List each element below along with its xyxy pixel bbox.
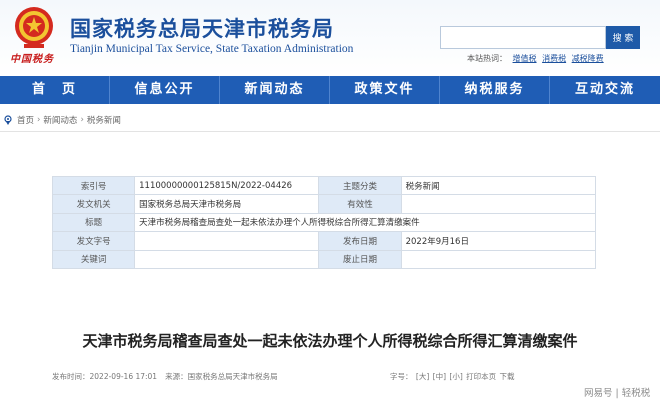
article-tools: 字号： [大] [中] [小] 打印本页 下载 <box>390 371 516 382</box>
font-size-label: 字号： <box>390 372 413 381</box>
font-large-button[interactable]: [大] <box>416 372 429 381</box>
breadcrumb: 首页 › 新闻动态 › 税务新闻 <box>0 110 660 130</box>
nav-tax-services[interactable]: 纳税服务 <box>440 76 550 104</box>
site-subtitle: Tianjin Municipal Tax Service, State Tax… <box>70 43 354 55</box>
breadcrumb-separator: › <box>37 115 41 125</box>
table-row: 发文机关 国家税务总局天津市税务局 有效性 <box>51 194 597 214</box>
breadcrumb-tax-news[interactable]: 税务新闻 <box>87 114 121 126</box>
search-button[interactable]: 搜 索 <box>606 26 640 49</box>
table-row: 索引号 11100000000125815N/2022-04426 主题分类 税… <box>51 175 597 196</box>
doc-number-value <box>134 231 320 251</box>
keywords-value <box>134 249 320 269</box>
nav-policy-documents[interactable]: 政策文件 <box>330 76 440 104</box>
repeal-date-value <box>400 249 597 269</box>
main-nav: 首 页 信息公开 新闻动态 政策文件 纳税服务 互动交流 <box>0 76 660 104</box>
nav-info-disclosure[interactable]: 信息公开 <box>110 76 220 104</box>
category-label: 主题分类 <box>318 175 402 196</box>
subject-label: 标题 <box>51 212 136 233</box>
hot-term-vat[interactable]: 增值税 <box>513 54 537 63</box>
search-input[interactable] <box>440 26 606 49</box>
nav-news[interactable]: 新闻动态 <box>220 76 330 104</box>
table-row: 标题 天津市税务局稽查局查处一起未依法办理个人所得税综合所得汇算清缴案件 <box>51 212 596 233</box>
hot-term-tax-cut[interactable]: 减税降费 <box>572 54 604 63</box>
print-button[interactable]: 打印本页 <box>466 372 496 381</box>
publish-time: 发布时间：2022-09-16 17:01 <box>52 372 158 381</box>
watermark: 网易号 | 轻税税 <box>584 388 651 399</box>
location-pin-icon <box>4 115 12 125</box>
breadcrumb-news[interactable]: 新闻动态 <box>43 114 77 126</box>
article-meta: 发布时间：2022-09-16 17:01 来源：国家税务总局天津市税务局 <box>52 371 278 382</box>
download-button[interactable]: 下载 <box>500 372 515 381</box>
keywords-label: 关键词 <box>51 249 136 269</box>
tax-emblem-icon[interactable] <box>10 4 58 52</box>
issuer-value: 国家税务总局天津市税务局 <box>134 194 320 214</box>
publish-date-label: 发布日期 <box>318 231 402 251</box>
breadcrumb-home[interactable]: 首页 <box>17 114 34 126</box>
repeal-date-label: 废止日期 <box>318 249 402 269</box>
table-row: 发文字号 发布日期 2022年9月16日 <box>51 231 597 251</box>
hot-search-label: 本站热词： <box>467 54 507 63</box>
font-medium-button[interactable]: [中] <box>433 372 446 381</box>
site-header: 中国税务 国家税务总局天津市税务局 Tianjin Municipal Tax … <box>0 0 660 75</box>
issuer-label: 发文机关 <box>51 194 136 214</box>
validity-label: 有效性 <box>318 194 402 214</box>
hot-search-bar: 本站热词： 增值税 消费税 减税降费 <box>467 53 604 64</box>
validity-value <box>400 194 597 214</box>
table-row: 关键词 废止日期 <box>51 249 597 269</box>
article-title: 天津市税务局稽查局查处一起未依法办理个人所得税综合所得汇算清缴案件 <box>82 332 578 350</box>
hot-term-consumption-tax[interactable]: 消费税 <box>542 54 566 63</box>
category-value: 税务新闻 <box>400 175 597 196</box>
subject-value: 天津市税务局稽查局查处一起未依法办理个人所得税综合所得汇算清缴案件 <box>134 212 596 233</box>
doc-number-label: 发文字号 <box>51 231 136 251</box>
divider <box>0 131 660 132</box>
index-value: 11100000000125815N/2022-04426 <box>134 175 320 196</box>
publish-date-value: 2022年9月16日 <box>400 231 597 251</box>
logo-script-text: 中国税务 <box>10 54 54 65</box>
site-title[interactable]: 国家税务总局天津市税务局 <box>70 13 334 43</box>
breadcrumb-separator: › <box>80 115 84 125</box>
document-info-table: 索引号 11100000000125815N/2022-04426 主题分类 税… <box>51 175 597 269</box>
nav-home[interactable]: 首 页 <box>0 76 110 104</box>
nav-interaction[interactable]: 互动交流 <box>550 76 660 104</box>
article-source: 来源：国家税务总局天津市税务局 <box>165 372 278 381</box>
font-small-button[interactable]: [小] <box>449 372 462 381</box>
index-label: 索引号 <box>51 175 136 196</box>
